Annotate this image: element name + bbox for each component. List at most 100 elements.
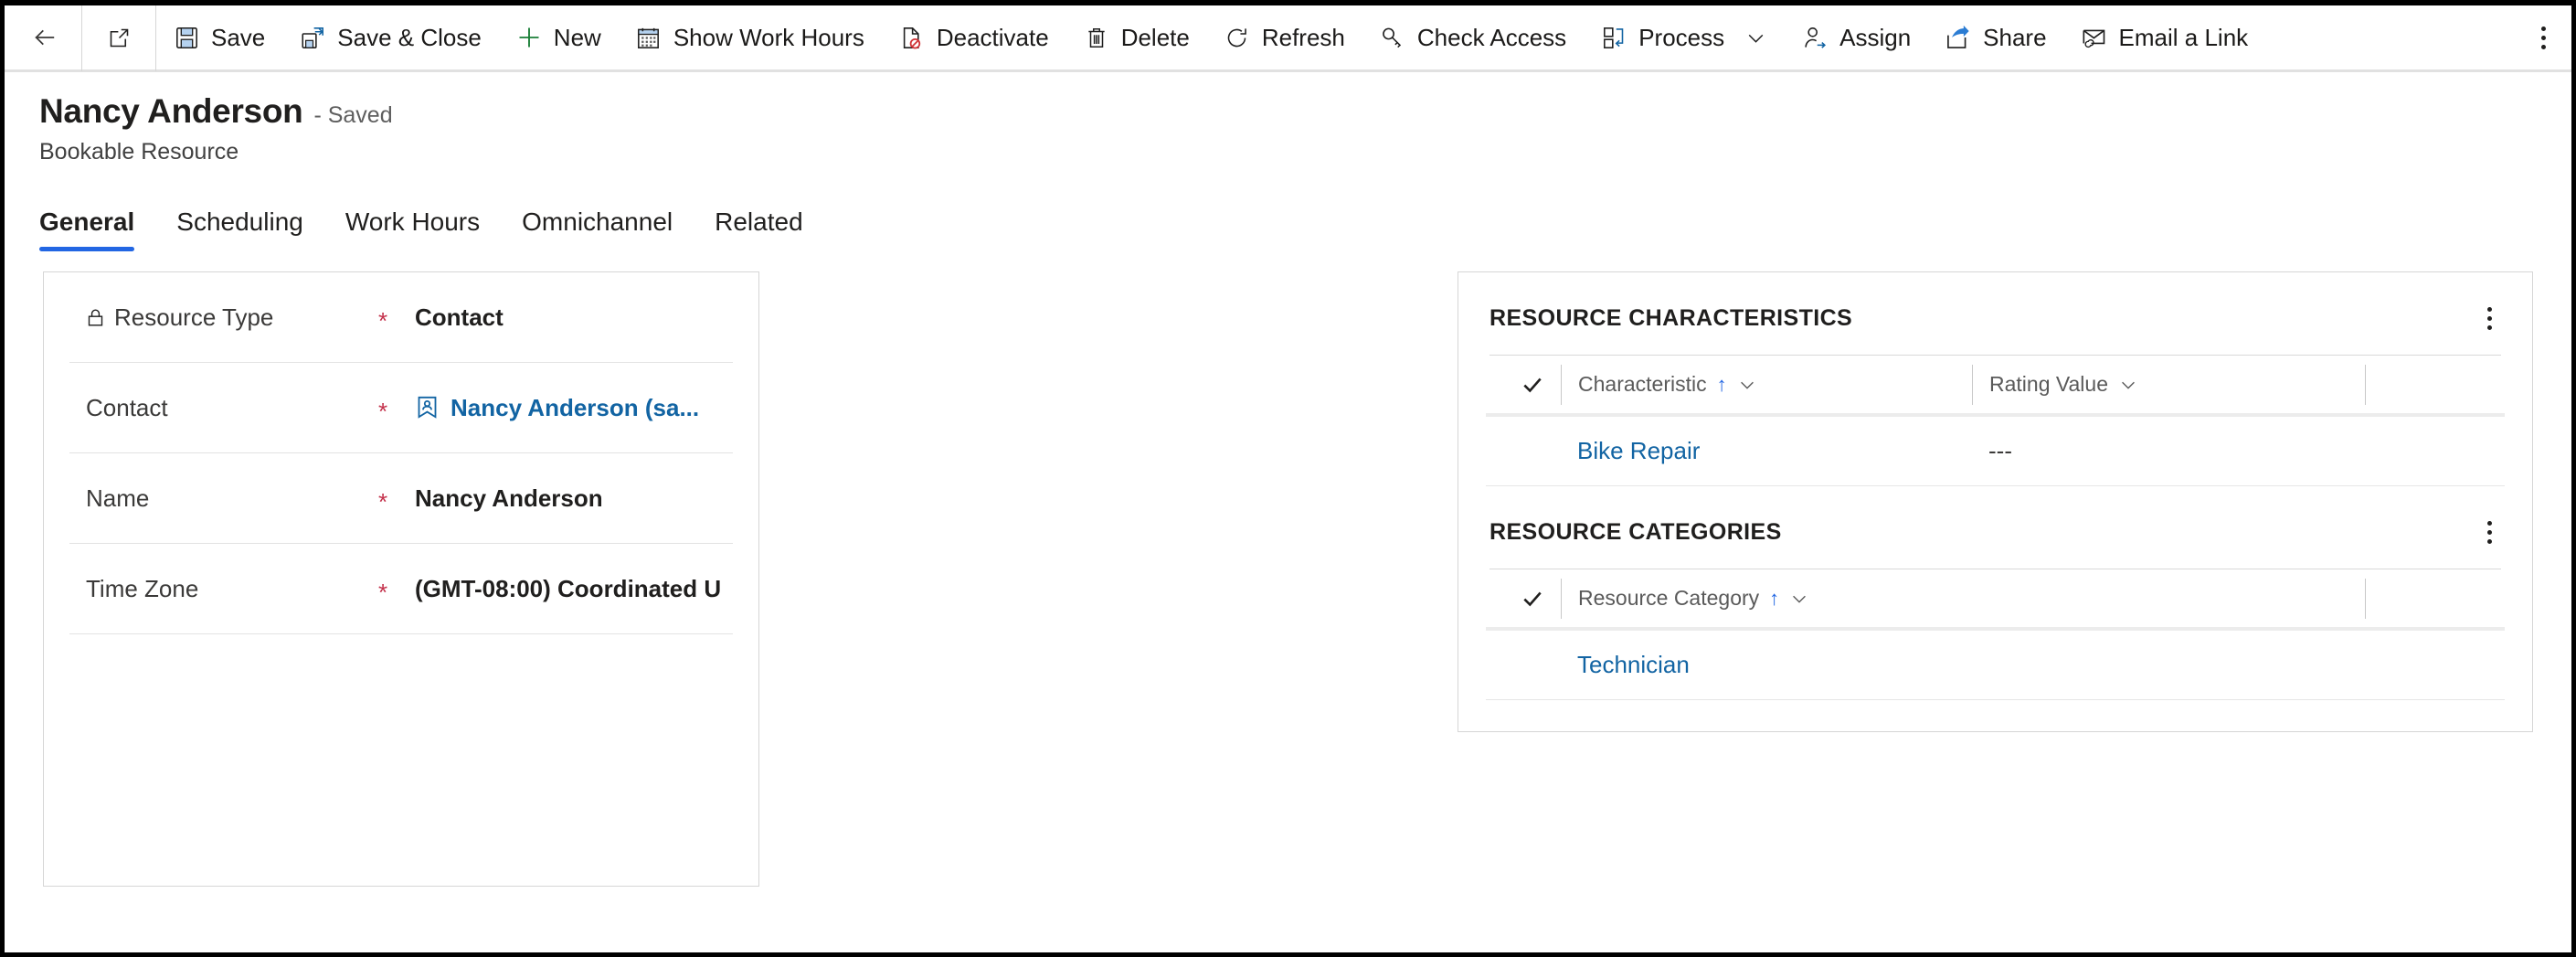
popout-button[interactable] (82, 5, 155, 71)
more-vertical-icon (2487, 307, 2492, 330)
resource-characteristics-title: RESOURCE CHARACTERISTICS (1489, 305, 1853, 331)
select-all-checkbox[interactable] (1521, 373, 1561, 397)
column-header-rating-value[interactable]: Rating Value (1972, 364, 2365, 405)
tab-related[interactable]: Related (694, 207, 824, 251)
cell-characteristic[interactable]: Bike Repair (1561, 437, 1972, 465)
save-and-close-button[interactable]: Save & Close (282, 5, 499, 71)
general-field-section: Resource Type * Contact Contact * Nancy … (43, 271, 759, 887)
deactivate-button-label: Deactivate (936, 24, 1049, 51)
field-time-zone-label: Time Zone (86, 574, 199, 602)
resource-characteristics-grid-header: Characteristic ↑ Rating Value (1486, 356, 2505, 417)
app-window: Save Save & Close New Show Work Hours De… (5, 5, 2571, 952)
column-header-resource-category-label: Resource Category (1578, 586, 1760, 610)
new-button-label: New (553, 24, 601, 51)
table-row[interactable]: Bike Repair --- (1486, 417, 2505, 486)
resource-categories-menu-button[interactable] (2478, 517, 2501, 548)
email-a-link-label: Email a Link (2118, 24, 2249, 51)
command-bar: Save Save & Close New Show Work Hours De… (5, 5, 2571, 72)
field-name-label-wrap: Name (86, 484, 378, 513)
resource-categories-header: RESOURCE CATEGORIES (1486, 486, 2505, 548)
table-row[interactable]: Technician (1486, 631, 2505, 700)
select-all-checkbox[interactable] (1521, 587, 1561, 611)
refresh-icon (1224, 25, 1250, 50)
column-header-characteristic[interactable]: Characteristic ↑ (1561, 364, 1972, 405)
share-button[interactable]: Share (1928, 5, 2063, 71)
column-header-rating-value-label: Rating Value (1989, 372, 2108, 396)
show-work-hours-label: Show Work Hours (673, 24, 864, 51)
column-header-end-divider (2365, 364, 2366, 405)
field-resource-type-required: * (378, 307, 388, 335)
field-resource-type-label: Resource Type (114, 303, 274, 331)
resource-characteristics-header: RESOURCE CHARACTERISTICS (1486, 272, 2505, 334)
column-header-characteristic-label: Characteristic (1578, 372, 1707, 396)
show-work-hours-button[interactable]: Show Work Hours (619, 5, 882, 71)
save-button[interactable]: Save (156, 5, 282, 71)
deactivate-icon (899, 25, 925, 50)
share-icon (1945, 25, 1971, 50)
check-access-label: Check Access (1416, 24, 1567, 51)
contact-card-icon (415, 395, 440, 420)
plus-icon (516, 25, 542, 50)
more-commands-button[interactable] (2515, 5, 2571, 71)
delete-button-label: Delete (1120, 24, 1190, 51)
new-button[interactable]: New (499, 5, 619, 71)
tab-scheduling-label: Scheduling (176, 207, 303, 236)
page-title: Nancy Anderson (39, 92, 303, 130)
tab-related-label: Related (715, 207, 803, 236)
assign-button[interactable]: Assign (1785, 5, 1928, 71)
column-gap (759, 271, 1458, 887)
field-name-required: * (378, 488, 388, 516)
refresh-button[interactable]: Refresh (1207, 5, 1362, 71)
field-contact-label: Contact (86, 393, 168, 421)
column-header-end-divider (2365, 578, 2366, 619)
tab-omnichannel-label: Omnichannel (522, 207, 673, 236)
chevron-down-icon[interactable] (1737, 375, 1757, 395)
refresh-button-label: Refresh (1261, 24, 1345, 51)
field-contact-required: * (378, 398, 388, 425)
tab-work-hours[interactable]: Work Hours (324, 207, 501, 251)
process-button[interactable]: Process (1584, 5, 1785, 71)
field-resource-type[interactable]: Resource Type * Contact (69, 272, 733, 363)
save-and-close-label: Save & Close (337, 24, 482, 51)
cell-resource-category[interactable]: Technician (1561, 651, 1972, 679)
email-a-link-button[interactable]: Email a Link (2064, 5, 2266, 71)
field-name[interactable]: Name * Nancy Anderson (69, 453, 733, 544)
field-contact-value-link[interactable]: Nancy Anderson (sa... (415, 394, 733, 422)
back-button[interactable] (5, 5, 81, 71)
save-close-icon (300, 25, 325, 50)
tab-general-label: General (39, 207, 135, 236)
subgrid-section: RESOURCE CHARACTERISTICS Characteristic (1458, 271, 2533, 732)
field-name-label: Name (86, 484, 150, 512)
tab-general[interactable]: General (39, 207, 155, 251)
delete-button[interactable]: Delete (1066, 5, 1207, 71)
field-resource-type-value: Contact (415, 303, 504, 331)
chevron-down-icon[interactable] (1744, 26, 1767, 49)
assign-button-label: Assign (1839, 24, 1912, 51)
field-name-value: Nancy Anderson (415, 484, 603, 512)
check-access-button[interactable]: Check Access (1362, 5, 1584, 71)
more-vertical-icon (2487, 521, 2492, 544)
tab-omnichannel[interactable]: Omnichannel (501, 207, 694, 251)
chevron-down-icon[interactable] (1789, 589, 1809, 609)
sort-ascending-icon: ↑ (1769, 586, 1780, 610)
resource-characteristics-menu-button[interactable] (2478, 303, 2501, 334)
title-row: Nancy Anderson - Saved (39, 92, 2571, 131)
key-icon (1380, 25, 1405, 50)
deactivate-button[interactable]: Deactivate (882, 5, 1066, 71)
chevron-down-icon[interactable] (2118, 375, 2138, 395)
more-vertical-icon (2540, 26, 2546, 49)
form-column-right: RESOURCE CHARACTERISTICS Characteristic (1458, 271, 2533, 887)
form-body: Resource Type * Contact Contact * Nancy … (5, 271, 2571, 887)
arrow-left-icon (32, 25, 58, 50)
field-time-zone[interactable]: Time Zone * (GMT-08:00) Coordinated U (69, 544, 733, 634)
field-resource-type-label-wrap: Resource Type (86, 303, 378, 332)
field-contact-value-text: Nancy Anderson (sa... (451, 393, 700, 421)
trash-icon (1084, 25, 1109, 50)
tab-scheduling[interactable]: Scheduling (155, 207, 324, 251)
field-contact-label-wrap: Contact (86, 394, 378, 422)
tab-work-hours-label: Work Hours (345, 207, 481, 236)
field-time-zone-value: (GMT-08:00) Coordinated U (415, 574, 722, 602)
field-time-zone-required: * (378, 579, 388, 606)
field-contact[interactable]: Contact * Nancy Anderson (sa... (69, 363, 733, 453)
column-header-resource-category[interactable]: Resource Category ↑ (1561, 578, 2365, 619)
